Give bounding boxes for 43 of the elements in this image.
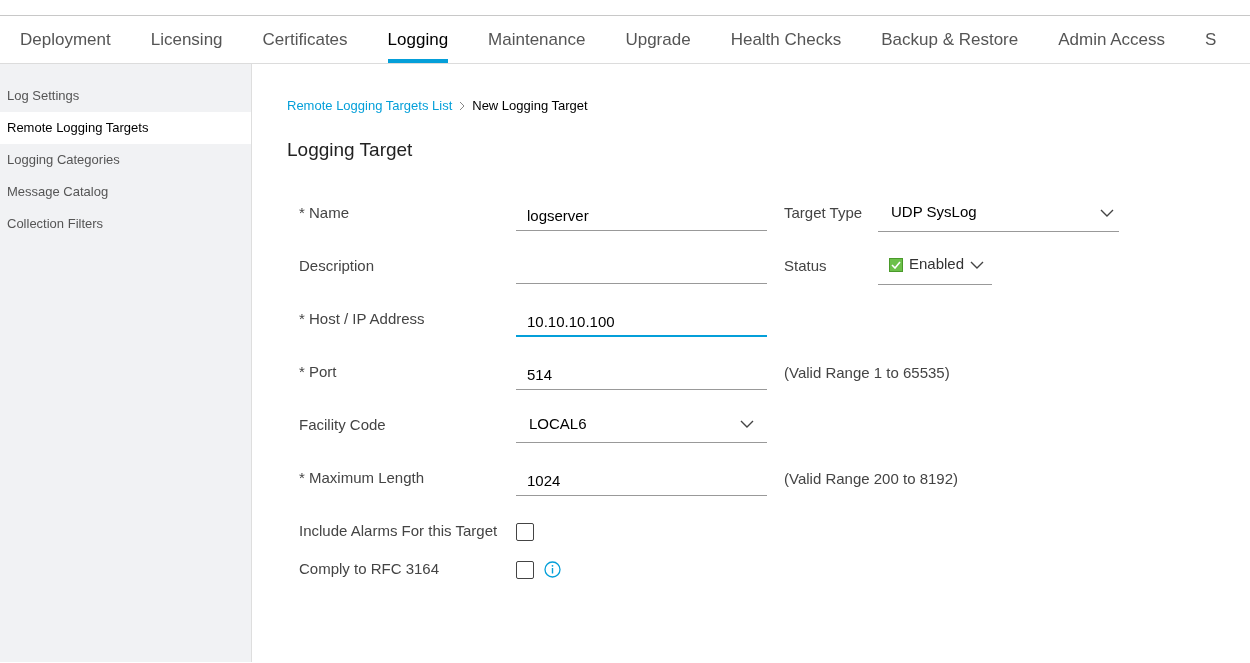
sidebar-item[interactable]: Log Settings xyxy=(0,80,251,112)
chevron-down-icon xyxy=(970,260,985,269)
status-select[interactable]: Enabled xyxy=(878,241,992,285)
breadcrumb-current: New Logging Target xyxy=(472,97,588,116)
target-type-select[interactable]: UDP SysLog xyxy=(878,188,1119,232)
input-field[interactable]: 10.10.10.100 xyxy=(516,294,767,337)
chevron-down-icon xyxy=(740,420,754,428)
nav-tab[interactable]: Health Checks xyxy=(730,16,842,63)
input-field[interactable]: 514 xyxy=(516,347,767,390)
sidebar-item[interactable]: Collection Filters xyxy=(0,208,251,240)
nav-tab[interactable]: Certificates xyxy=(262,16,348,63)
nav-tab[interactable]: Logging xyxy=(387,16,449,63)
range-hint: (Valid Range 1 to 65535) xyxy=(784,362,950,383)
facility-select[interactable]: LOCAL6 xyxy=(516,400,767,443)
field-label: Status xyxy=(784,255,828,276)
sidebar-item[interactable]: Logging Categories xyxy=(0,144,251,176)
field-label: Facility Code xyxy=(299,414,387,435)
sidebar-item[interactable]: Remote Logging Targets xyxy=(0,112,251,144)
input-field[interactable]: logserver xyxy=(516,188,767,231)
field-label: * Port xyxy=(299,361,338,382)
checkbox-label: Include Alarms For this Target xyxy=(299,521,499,542)
checkbox-label: Comply to RFC 3164 xyxy=(299,559,441,580)
nav-tab[interactable]: Admin Access xyxy=(1058,16,1165,63)
checkbox[interactable] xyxy=(516,522,534,541)
checkbox[interactable] xyxy=(516,560,534,579)
nav-tab[interactable]: Backup & Restore xyxy=(881,16,1019,63)
field-label: Description xyxy=(299,255,376,276)
nav-tab[interactable]: Licensing xyxy=(150,16,223,63)
range-hint: (Valid Range 200 to 8192) xyxy=(784,468,958,489)
page-title: Logging Target xyxy=(287,138,414,162)
sidebar-item[interactable]: Message Catalog xyxy=(0,176,251,208)
nav-tab[interactable]: Deployment xyxy=(20,16,111,63)
nav-tab[interactable]: Maintenance xyxy=(488,16,586,63)
chevron-down-icon xyxy=(1100,208,1114,217)
field-label: * Name xyxy=(299,202,351,223)
input-field[interactable]: 1024 xyxy=(516,453,767,496)
nav-tab[interactable]: S xyxy=(1205,16,1217,63)
nav-tab[interactable]: Upgrade xyxy=(625,16,691,63)
field-label: * Host / IP Address xyxy=(299,308,426,329)
info-icon[interactable] xyxy=(544,561,561,578)
field-label: * Maximum Length xyxy=(299,467,426,488)
field-label: Target Type xyxy=(784,202,864,223)
chevron-right-icon xyxy=(459,101,466,111)
